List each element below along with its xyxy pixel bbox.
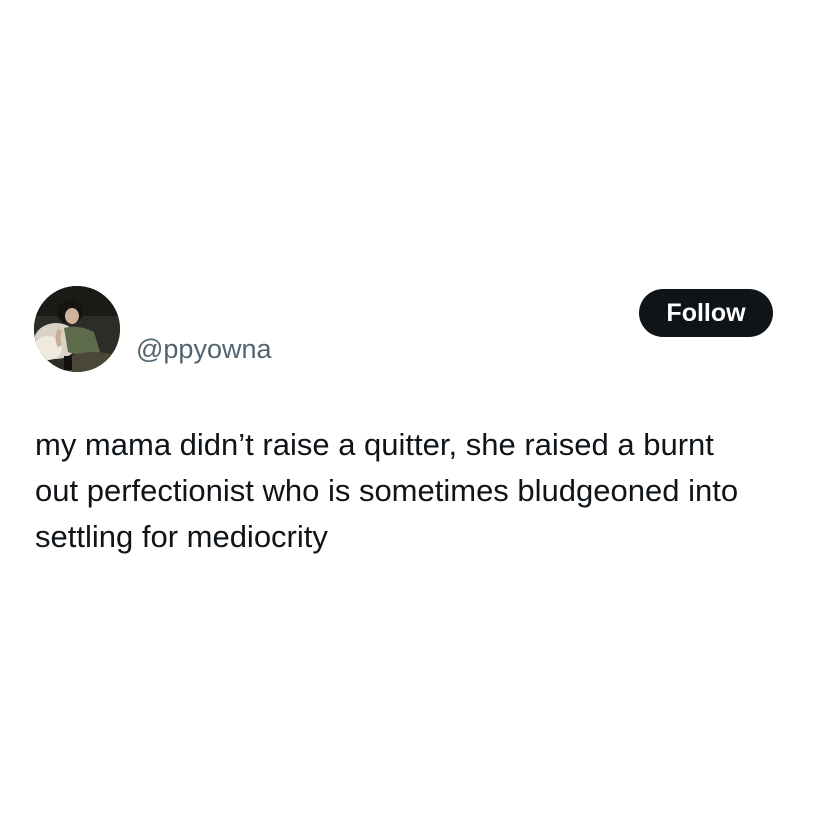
follow-button[interactable]: Follow <box>639 289 773 337</box>
user-handle[interactable]: @ppyowna <box>136 333 272 365</box>
tweet-card: @ppyowna Follow my mama didn’t raise a q… <box>0 0 828 828</box>
tweet-text: my mama didn’t raise a quitter, she rais… <box>35 422 805 560</box>
avatar[interactable] <box>34 286 120 372</box>
tweet-text-line: my mama didn’t raise a quitter, she rais… <box>35 427 714 462</box>
tweet-text-line: out perfectionist who is sometimes bludg… <box>35 473 739 508</box>
tweet-text-line: settling for mediocrity <box>35 519 328 554</box>
avatar-photo-icon <box>34 286 120 372</box>
